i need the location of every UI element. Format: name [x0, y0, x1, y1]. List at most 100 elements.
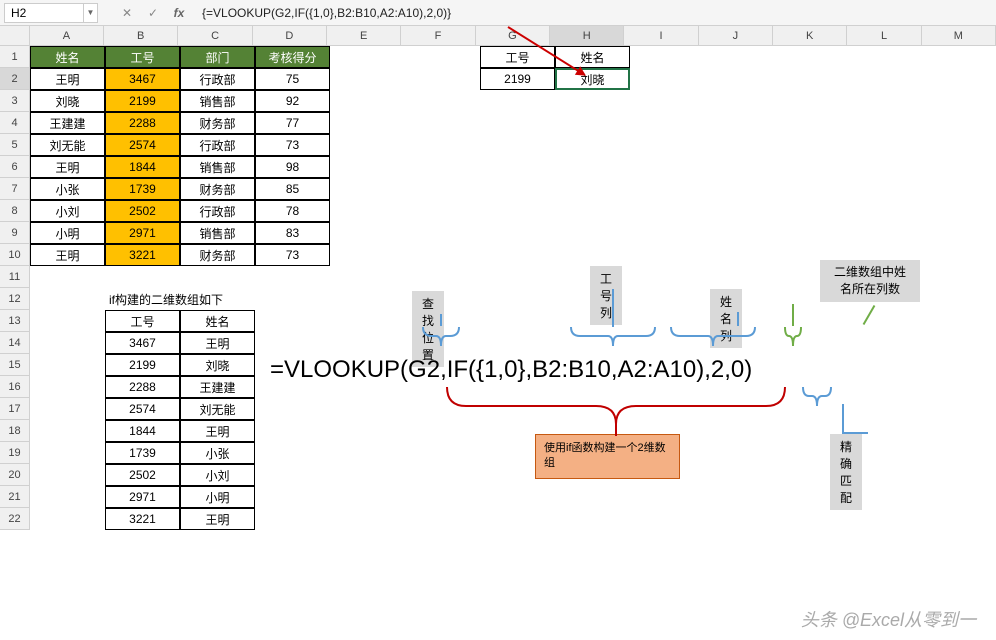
row-header[interactable]: 3	[0, 90, 29, 112]
table1-cell[interactable]: 73	[255, 134, 330, 156]
table1-header[interactable]: 部门	[180, 46, 255, 68]
name-box-dropdown[interactable]: ▼	[84, 3, 98, 23]
row-header[interactable]: 6	[0, 156, 29, 178]
table2-cell[interactable]: 小明	[180, 486, 255, 508]
table1-cell[interactable]: 2288	[105, 112, 180, 134]
row-header[interactable]: 21	[0, 486, 29, 508]
row-header[interactable]: 20	[0, 464, 29, 486]
table1-header[interactable]: 考核得分	[255, 46, 330, 68]
col-header[interactable]: H	[550, 26, 624, 45]
table1-cell[interactable]: 王明	[30, 68, 105, 90]
table1-cell[interactable]: 刘晓	[30, 90, 105, 112]
table1-cell[interactable]: 78	[255, 200, 330, 222]
table1-cell[interactable]: 王建建	[30, 112, 105, 134]
table1-cell[interactable]: 财务部	[180, 112, 255, 134]
table2-cell[interactable]: 王建建	[180, 376, 255, 398]
row-header[interactable]: 5	[0, 134, 29, 156]
table2-cell[interactable]: 王明	[180, 332, 255, 354]
row-header[interactable]: 13	[0, 310, 29, 332]
table2-cell[interactable]: 刘无能	[180, 398, 255, 420]
table2-cell[interactable]: 3221	[105, 508, 180, 530]
col-header[interactable]: D	[253, 26, 327, 45]
table2-cell[interactable]: 3467	[105, 332, 180, 354]
col-header[interactable]: C	[178, 26, 252, 45]
col-header[interactable]: M	[922, 26, 996, 45]
table1-cell[interactable]: 销售部	[180, 90, 255, 112]
table1-cell[interactable]: 2971	[105, 222, 180, 244]
table1-cell[interactable]: 小明	[30, 222, 105, 244]
col-header[interactable]: I	[624, 26, 698, 45]
table1-cell[interactable]: 行政部	[180, 68, 255, 90]
table3-cell[interactable]: 2199	[480, 68, 555, 90]
row-header[interactable]: 19	[0, 442, 29, 464]
table2-cell[interactable]: 1739	[105, 442, 180, 464]
table1-cell[interactable]: 83	[255, 222, 330, 244]
table1-cell[interactable]: 王明	[30, 244, 105, 266]
row-header[interactable]: 10	[0, 244, 29, 266]
table1-cell[interactable]: 小张	[30, 178, 105, 200]
table1-cell[interactable]: 98	[255, 156, 330, 178]
table1-cell[interactable]: 2199	[105, 90, 180, 112]
col-header[interactable]: K	[773, 26, 847, 45]
row-header[interactable]: 12	[0, 288, 29, 310]
table2-cell[interactable]: 2288	[105, 376, 180, 398]
row-header[interactable]: 17	[0, 398, 29, 420]
row-header[interactable]: 2	[0, 68, 29, 90]
cancel-formula-icon[interactable]: ✕	[114, 3, 140, 23]
table2-cell[interactable]: 1844	[105, 420, 180, 442]
table1-cell[interactable]: 销售部	[180, 156, 255, 178]
table1-header[interactable]: 姓名	[30, 46, 105, 68]
name-box[interactable]	[4, 3, 84, 23]
row-header[interactable]: 8	[0, 200, 29, 222]
table2-cell[interactable]: 王明	[180, 420, 255, 442]
table2-cell[interactable]: 2502	[105, 464, 180, 486]
table2-header[interactable]: 工号	[105, 310, 180, 332]
active-cell[interactable]: 刘晓	[555, 68, 630, 90]
select-all-corner[interactable]	[0, 26, 30, 45]
col-header[interactable]: J	[699, 26, 773, 45]
fx-icon[interactable]: fx	[166, 3, 192, 23]
col-header[interactable]: B	[104, 26, 178, 45]
table2-cell[interactable]: 小张	[180, 442, 255, 464]
table1-cell[interactable]: 小刘	[30, 200, 105, 222]
col-header[interactable]: L	[847, 26, 921, 45]
table2-cell[interactable]: 刘晓	[180, 354, 255, 376]
table2-header[interactable]: 姓名	[180, 310, 255, 332]
table1-cell[interactable]: 2502	[105, 200, 180, 222]
table1-cell[interactable]: 3221	[105, 244, 180, 266]
table1-cell[interactable]: 1739	[105, 178, 180, 200]
row-header[interactable]: 1	[0, 46, 29, 68]
table1-header[interactable]: 工号	[105, 46, 180, 68]
table1-cell[interactable]: 2574	[105, 134, 180, 156]
col-header[interactable]: F	[401, 26, 475, 45]
table1-cell[interactable]: 销售部	[180, 222, 255, 244]
table1-cell[interactable]: 刘无能	[30, 134, 105, 156]
table2-cell[interactable]: 2971	[105, 486, 180, 508]
table1-cell[interactable]: 行政部	[180, 200, 255, 222]
table2-cell[interactable]: 小刘	[180, 464, 255, 486]
table1-cell[interactable]: 85	[255, 178, 330, 200]
row-header[interactable]: 9	[0, 222, 29, 244]
enter-formula-icon[interactable]: ✓	[140, 3, 166, 23]
row-header[interactable]: 16	[0, 376, 29, 398]
table1-cell[interactable]: 财务部	[180, 244, 255, 266]
table1-cell[interactable]: 行政部	[180, 134, 255, 156]
table2-cell[interactable]: 王明	[180, 508, 255, 530]
row-header[interactable]: 15	[0, 354, 29, 376]
row-header[interactable]: 18	[0, 420, 29, 442]
table2-cell[interactable]: 2199	[105, 354, 180, 376]
table1-cell[interactable]: 王明	[30, 156, 105, 178]
row-header[interactable]: 4	[0, 112, 29, 134]
table1-cell[interactable]: 财务部	[180, 178, 255, 200]
row-header[interactable]: 11	[0, 266, 29, 288]
row-header[interactable]: 22	[0, 508, 29, 530]
table1-cell[interactable]: 3467	[105, 68, 180, 90]
table1-cell[interactable]: 1844	[105, 156, 180, 178]
row-header[interactable]: 7	[0, 178, 29, 200]
col-header[interactable]: E	[327, 26, 401, 45]
row-header[interactable]: 14	[0, 332, 29, 354]
col-header[interactable]: A	[30, 26, 104, 45]
table1-cell[interactable]: 73	[255, 244, 330, 266]
formula-bar-input[interactable]: {=VLOOKUP(G2,IF({1,0},B2:B10,A2:A10),2,0…	[192, 4, 996, 22]
table1-cell[interactable]: 75	[255, 68, 330, 90]
